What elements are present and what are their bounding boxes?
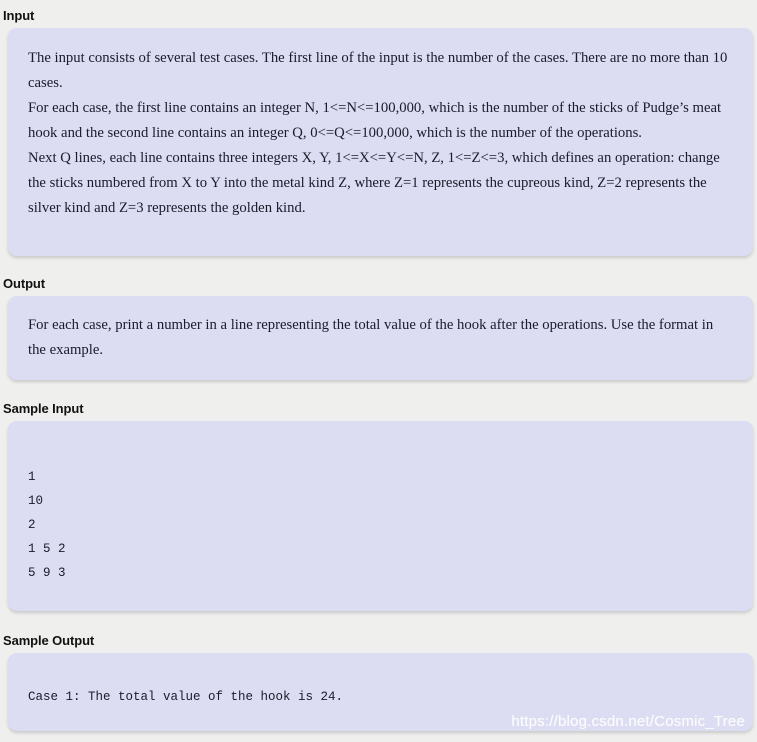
section-sample-output: Sample Output Case 1: The total value of… — [0, 611, 757, 731]
section-heading-sample-output: Sample Output — [3, 633, 95, 648]
sample-input-panel: 1 10 2 1 5 2 5 9 3 — [8, 421, 753, 611]
input-description-panel: The input consists of several test cases… — [8, 28, 753, 256]
problem-statement-page: Input The input consists of several test… — [0, 0, 757, 742]
sample-output-code: Case 1: The total value of the hook is 2… — [28, 690, 344, 704]
section-heading-output: Output — [3, 276, 45, 291]
output-description-panel: For each case, print a number in a line … — [8, 296, 753, 380]
output-description-text: For each case, print a number in a line … — [8, 296, 753, 380]
sample-output-panel: Case 1: The total value of the hook is 2… — [8, 653, 753, 731]
output-paragraph-1: For each case, print a number in a line … — [28, 317, 714, 358]
section-sample-input: Sample Input 1 10 2 1 5 2 5 9 3 — [0, 380, 757, 611]
input-paragraph-1: The input consists of several test cases… — [28, 50, 728, 91]
input-paragraph-3: Next Q lines, each line contains three i… — [28, 150, 720, 216]
section-input: Input The input consists of several test… — [0, 0, 757, 256]
input-paragraph-2: For each case, the first line contains a… — [28, 100, 722, 141]
section-output: Output For each case, print a number in … — [0, 256, 757, 380]
section-heading-input: Input — [3, 8, 35, 23]
sample-input-code: 1 10 2 1 5 2 5 9 3 — [28, 470, 66, 580]
section-heading-sample-input: Sample Input — [3, 401, 84, 416]
input-description-text: The input consists of several test cases… — [8, 28, 753, 238]
